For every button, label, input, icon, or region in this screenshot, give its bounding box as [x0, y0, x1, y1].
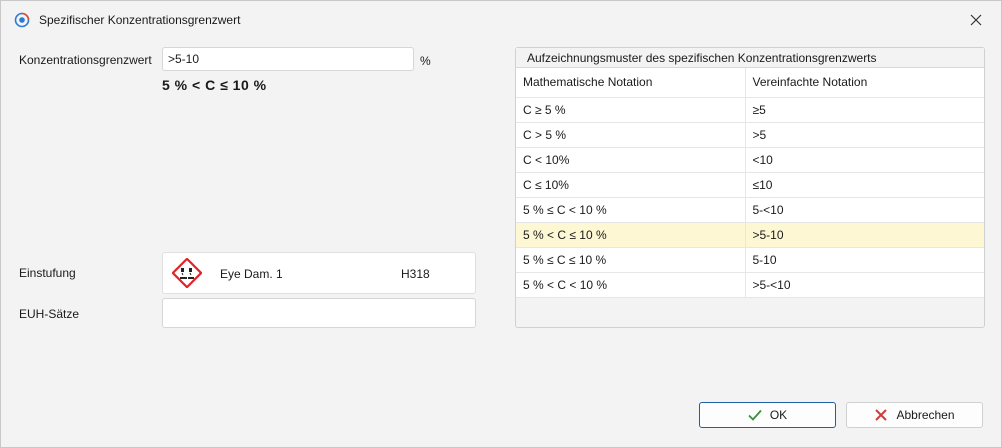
table-row[interactable]: C < 10% <10	[516, 147, 984, 173]
pattern-panel-title: Aufzeichnungsmuster des spezifischen Kon…	[516, 48, 984, 68]
limit-input[interactable]	[162, 47, 414, 71]
cell-math: C > 5 %	[516, 122, 746, 148]
column-header-simple[interactable]: Vereinfachte Notation	[745, 68, 984, 98]
cell-math: 5 % < C ≤ 10 %	[516, 222, 746, 248]
cell-simple: >5-<10	[745, 272, 984, 298]
cell-math: C < 10%	[516, 147, 746, 173]
cell-math: C ≤ 10%	[516, 172, 746, 198]
dialog-window: Spezifischer Konzentrationsgrenzwert Kon…	[0, 0, 1002, 448]
cell-math: 5 % ≤ C < 10 %	[516, 197, 746, 223]
pattern-panel: Aufzeichnungsmuster des spezifischen Kon…	[515, 47, 985, 328]
cancel-button-label: Abbrechen	[896, 408, 955, 422]
cell-math: 5 % < C < 10 %	[516, 272, 746, 298]
table-row[interactable]: 5 % ≤ C < 10 % 5-<10	[516, 197, 984, 223]
close-icon	[970, 14, 982, 26]
table-row-selected[interactable]: 5 % < C ≤ 10 % >5-10	[516, 222, 984, 248]
title-bar: Spezifischer Konzentrationsgrenzwert	[1, 1, 1001, 39]
cell-math: 5 % ≤ C ≤ 10 %	[516, 247, 746, 273]
notation-table: Mathematische Notation Vereinfachte Nota…	[516, 68, 984, 298]
close-button[interactable]	[961, 6, 991, 34]
table-row[interactable]: C > 5 % >5	[516, 122, 984, 148]
classification-box[interactable]: Eye Dam. 1 H318	[162, 252, 476, 294]
cell-simple: >5	[745, 122, 984, 148]
column-header-math[interactable]: Mathematische Notation	[516, 68, 746, 98]
cell-simple: ≥5	[745, 97, 984, 123]
checkmark-icon	[748, 409, 762, 421]
cell-simple: ≤10	[745, 172, 984, 198]
ok-button[interactable]: OK	[699, 402, 836, 428]
table-row[interactable]: 5 % < C < 10 % >5-<10	[516, 272, 984, 298]
euh-input[interactable]	[162, 298, 476, 328]
notation-display: 5 % < C ≤ 10 %	[162, 77, 267, 93]
classification-label: Einstufung	[19, 266, 76, 280]
table-row[interactable]: C ≥ 5 % ≥5	[516, 97, 984, 123]
limit-label: Konzentrationsgrenzwert	[19, 53, 152, 67]
table-row[interactable]: 5 % ≤ C ≤ 10 % 5-10	[516, 247, 984, 273]
limit-unit: %	[420, 54, 431, 68]
app-icon	[14, 12, 30, 28]
cell-math: C ≥ 5 %	[516, 97, 746, 123]
classification-code: H318	[401, 267, 430, 281]
euh-label: EUH-Sätze	[19, 307, 80, 321]
cell-simple: 5-<10	[745, 197, 984, 223]
cell-simple: 5-10	[745, 247, 984, 273]
cancel-button[interactable]: Abbrechen	[846, 402, 983, 428]
ghs05-corrosion-icon	[171, 257, 203, 289]
table-row[interactable]: C ≤ 10% ≤10	[516, 172, 984, 198]
cell-simple: >5-10	[745, 222, 984, 248]
window-title: Spezifischer Konzentrationsgrenzwert	[39, 13, 241, 27]
classification-name: Eye Dam. 1	[220, 267, 283, 281]
ok-button-label: OK	[769, 408, 788, 422]
cell-simple: <10	[745, 147, 984, 173]
table-header-row: Mathematische Notation Vereinfachte Nota…	[516, 68, 984, 98]
cancel-x-icon	[875, 409, 888, 421]
